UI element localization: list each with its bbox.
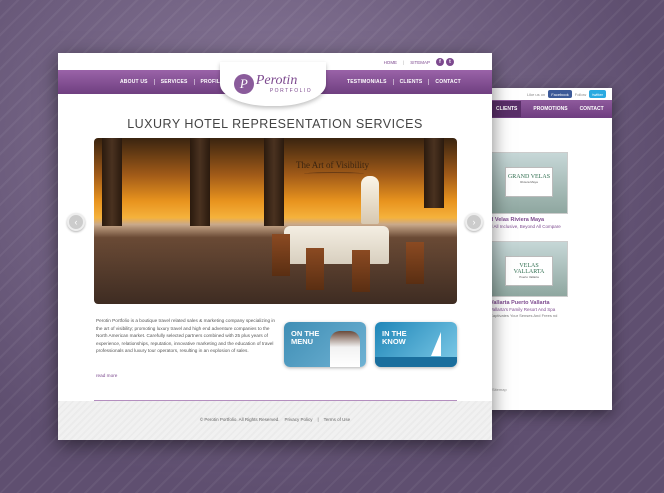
logo-sub: PORTFOLIO [269, 88, 313, 94]
promo-label: ON THE MENU [291, 330, 319, 346]
hotel-logo: VELAS VALLARTA Puerto Vallarta [505, 256, 553, 286]
promo-in-the-know[interactable]: IN THE KNOW [375, 322, 457, 367]
top-links: HOME | SITEMAP f t [384, 58, 454, 66]
hotel-logo: GRAND VELAS Riviera Maya [505, 167, 553, 197]
slider-next-arrow[interactable]: › [465, 213, 483, 231]
twitter-badge[interactable]: twitter [589, 90, 606, 98]
slider-table [284, 226, 389, 264]
hotel-logo-sub: Riviera Maya [520, 180, 538, 184]
privacy-link[interactable]: Privacy Policy [284, 417, 312, 422]
promo-label: IN THE KNOW [382, 330, 407, 346]
hotel-description: Captivates Your Senses And Frees nd [490, 313, 558, 318]
nav-item-services[interactable]: SERVICES [155, 79, 195, 85]
main-page-preview: HOME | SITEMAP f t ABOUT US SERVICES PRO… [58, 53, 492, 440]
nav-item-contact[interactable]: CONTACT [429, 79, 466, 85]
nav-right-group: TESTIMONIALS CLIENTS CONTACT [341, 70, 467, 94]
slider-chair [272, 234, 290, 276]
twitter-icon[interactable]: t [446, 58, 454, 66]
hotel-logo-name: VELAS VALLARTA [513, 263, 545, 275]
site-logo[interactable]: P Perotin PORTFOLIO [220, 62, 326, 106]
site-footer: © Perotin Portfolio. All Rights Reserved… [58, 401, 492, 440]
slider-chair [352, 250, 370, 292]
back-nav-clients[interactable]: CLIENTS [492, 101, 522, 117]
home-link[interactable]: HOME [384, 60, 398, 65]
chef-image [330, 331, 360, 367]
slider-column [264, 138, 284, 226]
logo-wordmark: Perotin PORTFOLIO [255, 73, 313, 95]
slider-chair [306, 248, 324, 290]
back-nav-contact[interactable]: CONTACT [580, 106, 604, 112]
hotel-card[interactable]: VELAS VALLARTA Puerto Vallarta Vallarta … [490, 241, 570, 318]
footer-separator: | [317, 417, 319, 422]
social-icons: f t [436, 58, 454, 66]
sitemap-link[interactable]: SITEMAP [410, 60, 430, 65]
sea-image [375, 357, 457, 367]
hotel-title[interactable]: Vallarta Puerto Vallarta [490, 300, 570, 306]
read-more-link[interactable]: read more [96, 373, 117, 378]
hotel-logo-sub: Puerto Vallarta [519, 275, 539, 279]
nav-item-clients[interactable]: CLIENTS [394, 79, 430, 85]
intro-paragraph: Perotin Portfolio is a boutique travel r… [96, 318, 275, 353]
nav-item-about-us[interactable]: ABOUT US [114, 79, 155, 85]
hero-slider-image: The Art of Visibility [94, 138, 457, 304]
caption-swoosh [304, 172, 364, 176]
back-nav-promotions[interactable]: PROMOTIONS [533, 106, 567, 112]
hotel-image: VELAS VALLARTA Puerto Vallarta [490, 241, 568, 297]
top-links-separator: | [403, 59, 405, 65]
promo-on-the-menu[interactable]: ON THE MENU [284, 322, 366, 367]
hotel-title[interactable]: d Velas Riviera Maya [490, 217, 570, 223]
hotel-subtitle: d All Inclusive, Beyond All Compare [490, 224, 561, 229]
slider-caption: The Art of Visibility [296, 160, 370, 170]
slider-column [424, 138, 444, 208]
copyright-text: © Perotin Portfolio. All Rights Reserved… [199, 417, 280, 422]
slider-couple [361, 176, 379, 224]
logo-monogram: P [233, 74, 254, 94]
logo-script: Perotin [255, 73, 298, 88]
follow-text: Follow [574, 91, 587, 97]
back-footer-sitemap[interactable]: Sitemap [492, 387, 507, 392]
sailboat-image [431, 332, 441, 356]
like-text: Like us on [526, 91, 546, 97]
nav-left-group: ABOUT US SERVICES PROFILE [114, 70, 230, 94]
facebook-badge[interactable]: Facebook [548, 90, 572, 98]
hotel-image: GRAND VELAS Riviera Maya [490, 152, 568, 214]
slider-column [102, 138, 122, 226]
terms-link[interactable]: Terms of Use [324, 417, 351, 422]
promo-line2: KNOW [382, 337, 406, 346]
hotel-subtitle: Vallarta's Family Resort And Spa [490, 307, 556, 312]
facebook-icon[interactable]: f [436, 58, 444, 66]
nav-item-testimonials[interactable]: TESTIMONIALS [341, 79, 394, 85]
slider-chair [406, 242, 424, 284]
slider-column [190, 138, 210, 226]
footer-links: © Perotin Portfolio. All Rights Reserved… [58, 417, 492, 422]
slider-prev-arrow[interactable]: ‹ [67, 213, 85, 231]
promo-line2: MENU [291, 337, 314, 346]
hotel-card[interactable]: GRAND VELAS Riviera Maya d Velas Riviera… [490, 152, 570, 229]
page-title: LUXURY HOTEL REPRESENTATION SERVICES [127, 117, 423, 131]
